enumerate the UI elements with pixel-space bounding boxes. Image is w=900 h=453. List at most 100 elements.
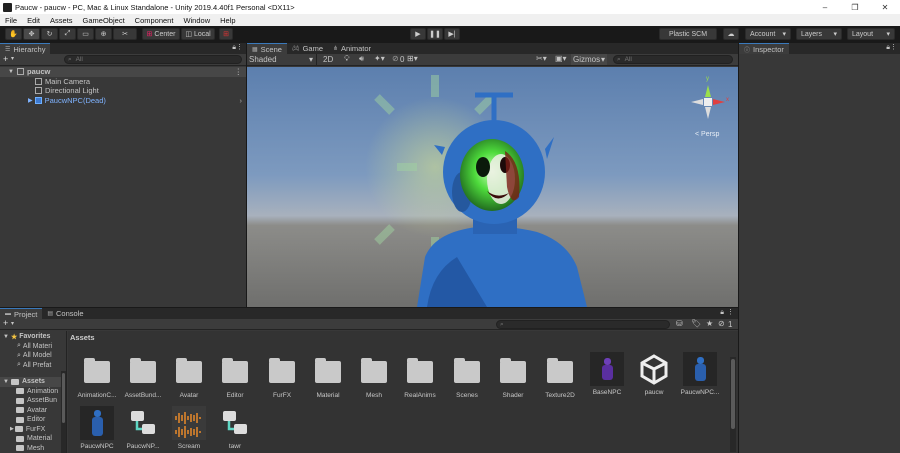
hand-tool-button[interactable]: ✋	[5, 28, 22, 40]
audio-icon[interactable]: 🔊︎	[359, 54, 364, 64]
cloud-button[interactable]: ☁	[723, 28, 739, 40]
camera-icon[interactable]: ▣▾	[555, 54, 567, 63]
create-asset-button[interactable]: +	[3, 318, 8, 328]
plastic-scm-button[interactable]: Plastic SCM	[659, 28, 717, 40]
asset-scene[interactable]: paucw	[631, 352, 677, 400]
hierarchy-search-input[interactable]: ⌕ All	[64, 55, 242, 64]
tree-folder[interactable]: AssetBun	[0, 396, 66, 406]
tree-folder[interactable]: Avatar	[0, 406, 66, 416]
move-tool-button[interactable]: ✥	[23, 28, 40, 40]
tab-animator[interactable]: ⋔ Animator	[328, 43, 376, 54]
kebab-menu-icon[interactable]: ⋮	[727, 308, 734, 316]
orientation-gizmo[interactable]: y x < Persp	[683, 76, 733, 141]
rect-tool-button[interactable]: ▭	[77, 28, 94, 40]
minimize-button[interactable]: –	[810, 0, 840, 14]
shading-mode-dropdown[interactable]: Shaded ▾	[249, 54, 317, 65]
asset-animator-controller[interactable]: tawr	[212, 406, 258, 453]
asset-grid-scrollbar-thumb[interactable]	[731, 359, 735, 429]
asset-folder[interactable]: FurFX	[259, 355, 305, 403]
maximize-button[interactable]: ❐	[840, 0, 870, 14]
pause-button[interactable]: ❚❚	[427, 28, 443, 40]
hierarchy-item-main-camera[interactable]: Main Camera	[0, 77, 246, 87]
scene-viewport[interactable]: y x < Persp	[247, 67, 738, 307]
asset-folder[interactable]: Editor	[212, 355, 258, 403]
asset-folder[interactable]: Mesh	[351, 355, 397, 403]
rotate-tool-button[interactable]: ↻	[41, 28, 58, 40]
asset-folder[interactable]: Scenes	[444, 355, 490, 403]
asset-folder[interactable]: AnimationC...	[74, 355, 120, 403]
scene-menu-icon[interactable]: ⋮	[235, 67, 243, 76]
asset-folder[interactable]: Shader	[490, 355, 536, 403]
step-button[interactable]: ▶|	[444, 28, 460, 40]
transform-tool-button[interactable]: ⊕	[95, 28, 112, 40]
perspective-label[interactable]: < Persp	[695, 131, 719, 138]
tree-scrollbar[interactable]	[61, 371, 66, 453]
tree-folder[interactable]: Animation	[0, 387, 66, 397]
close-button[interactable]: ✕	[870, 0, 900, 14]
expand-arrow-icon[interactable]: ▶	[10, 426, 14, 432]
expand-arrow-icon[interactable]: ▼	[3, 379, 9, 385]
menu-component[interactable]: Component	[130, 16, 179, 25]
favorite-item[interactable]: ⌕ All Prefat	[0, 361, 66, 371]
filter-by-label-icon[interactable]: 🏷︎	[691, 319, 701, 328]
menu-help[interactable]: Help	[215, 16, 240, 25]
hierarchy-scene-row[interactable]: ▼ paucw ⋮	[0, 67, 246, 77]
hierarchy-item-directional-light[interactable]: Directional Light	[0, 86, 246, 96]
tab-hierarchy[interactable]: ☰ Hierarchy	[0, 43, 51, 54]
asset-model[interactable]: PaucwNPC	[74, 406, 120, 453]
menu-edit[interactable]: Edit	[22, 16, 45, 25]
add-object-button[interactable]: +	[3, 54, 8, 64]
tree-folder[interactable]: ▶ FurFX	[0, 425, 66, 435]
asset-folder[interactable]: Material	[305, 355, 351, 403]
tab-game[interactable]: 🎮︎ Game	[287, 43, 328, 54]
expand-arrow-icon[interactable]: ▼	[3, 334, 9, 340]
favorites-header[interactable]: ▼ ★ Favorites	[0, 332, 66, 342]
project-search-input[interactable]: ⌕	[496, 320, 670, 329]
mode-2d-toggle[interactable]: 2D	[323, 55, 333, 64]
play-button[interactable]: ▶	[410, 28, 426, 40]
asset-folder[interactable]: RealAnims	[397, 355, 443, 403]
favorite-star-icon[interactable]: ★	[706, 319, 713, 328]
tree-folder[interactable]: Editor	[0, 415, 66, 425]
menu-gameobject[interactable]: GameObject	[78, 16, 130, 25]
breadcrumb[interactable]: Assets	[70, 333, 95, 342]
favorite-item[interactable]: ⌕ All Model	[0, 351, 66, 361]
filter-by-type-icon[interactable]: ⛁	[676, 319, 683, 328]
asset-prefab[interactable]: PaucwNPC...	[677, 352, 723, 400]
hidden-objects-icon[interactable]: ⊘	[392, 54, 399, 63]
grid-toggle-icon[interactable]: ⊞▾	[407, 54, 418, 63]
tools-icon[interactable]: ✂▾	[536, 54, 547, 63]
favorite-item[interactable]: ⌕ All Materi	[0, 342, 66, 352]
asset-folder[interactable]: Texture2D	[537, 355, 583, 403]
asset-folder[interactable]: AssetBund...	[120, 355, 166, 403]
expand-arrow-icon[interactable]: ▶	[28, 97, 33, 104]
effects-icon[interactable]: ✦▾	[374, 54, 385, 63]
pivot-center-toggle[interactable]: ⊞ Center	[142, 28, 180, 40]
asset-grid-scrollbar[interactable]	[730, 357, 736, 452]
tree-folder[interactable]: Mesh	[0, 444, 66, 453]
kebab-menu-icon[interactable]: ⋮	[890, 43, 897, 51]
tree-scrollbar-thumb[interactable]	[62, 373, 65, 423]
menu-file[interactable]: File	[0, 16, 22, 25]
expand-arrow-icon[interactable]: ▼	[0, 69, 14, 75]
tab-inspector[interactable]: ⓘ Inspector	[739, 43, 789, 54]
hidden-packages-icon[interactable]: ⊘	[718, 319, 725, 328]
space-local-toggle[interactable]: ◫ Local	[181, 28, 215, 40]
tab-console[interactable]: ▤ Console	[42, 308, 88, 319]
scene-search-input[interactable]: ⌕ All	[613, 55, 733, 64]
account-dropdown[interactable]: Account ▾	[745, 28, 791, 40]
layout-dropdown[interactable]: Layout ▾	[847, 28, 895, 40]
menu-window[interactable]: Window	[178, 16, 215, 25]
chevron-right-icon[interactable]: ›	[240, 96, 243, 105]
snap-button[interactable]: ⊞	[219, 28, 233, 40]
assets-root-folder[interactable]: ▼ Assets	[0, 377, 66, 387]
scale-tool-button[interactable]: ⤢	[59, 28, 76, 40]
hierarchy-item-paucwnpc[interactable]: ▶ PaucwNPC(Dead) ›	[0, 96, 246, 106]
layers-dropdown[interactable]: Layers ▾	[796, 28, 842, 40]
tree-folder[interactable]: Material	[0, 434, 66, 444]
lighting-icon[interactable]: 💡︎	[344, 54, 350, 64]
custom-tool-button[interactable]: ✂	[113, 28, 137, 40]
kebab-menu-icon[interactable]: ⋮	[236, 43, 243, 51]
asset-folder[interactable]: Avatar	[166, 355, 212, 403]
menu-assets[interactable]: Assets	[45, 16, 78, 25]
